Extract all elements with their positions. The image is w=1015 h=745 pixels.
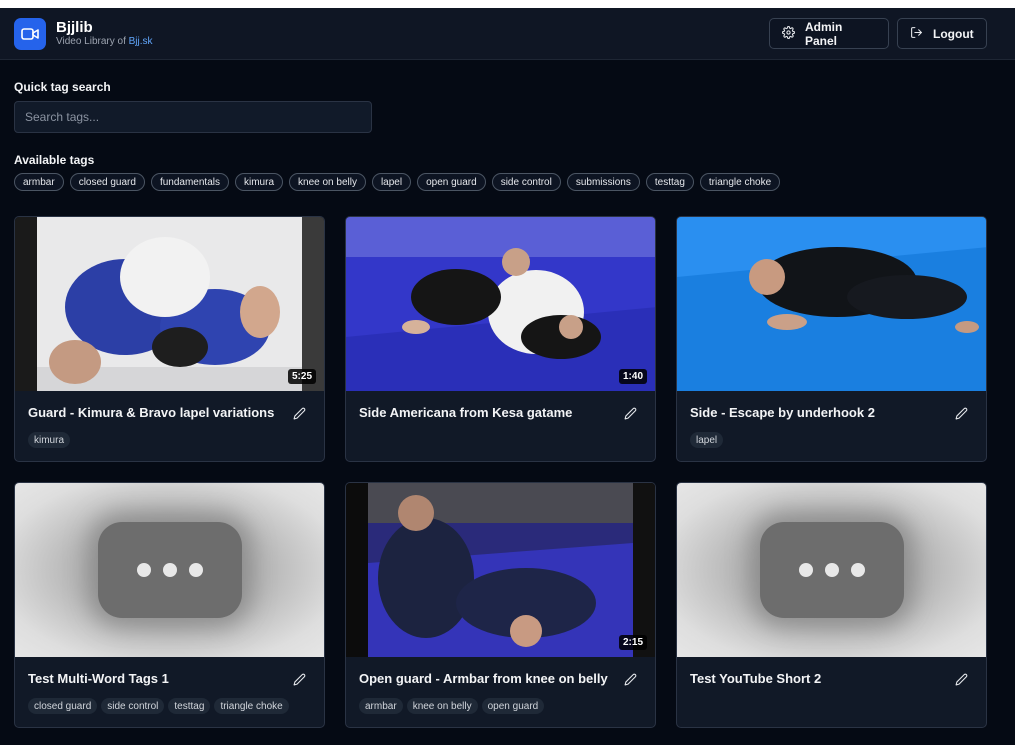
- video-card[interactable]: Side - Escape by underhook 2 lapel: [676, 216, 987, 462]
- video-tag[interactable]: side control: [101, 698, 165, 714]
- video-title: Open guard - Armbar from knee on belly: [359, 671, 608, 686]
- video-card[interactable]: 5:25 Guard - Kimura & Bravo lapel variat…: [14, 216, 325, 462]
- tag-chip[interactable]: submissions: [566, 173, 640, 191]
- video-card[interactable]: Test Multi-Word Tags 1 closed guard side…: [14, 482, 325, 728]
- app-root: Bjjlib Video Library of Bjj.sk Admin Pan…: [0, 8, 1015, 745]
- video-thumbnail[interactable]: [677, 483, 986, 657]
- gear-icon: [782, 25, 795, 42]
- logout-label: Logout: [933, 26, 974, 41]
- video-grid: 5:25 Guard - Kimura & Bravo lapel variat…: [14, 216, 1001, 728]
- tag-chip[interactable]: triangle choke: [699, 173, 781, 191]
- tag-chip[interactable]: armbar: [14, 173, 64, 191]
- pencil-icon[interactable]: [955, 407, 968, 425]
- video-tag[interactable]: closed guard: [28, 698, 98, 714]
- tag-search-input[interactable]: [14, 101, 372, 133]
- pencil-icon[interactable]: [955, 673, 968, 691]
- video-placeholder-icon: [97, 522, 242, 618]
- tag-chip[interactable]: testtag: [645, 173, 694, 191]
- search-label: Quick tag search: [14, 80, 111, 94]
- tag-chip[interactable]: open guard: [417, 173, 486, 191]
- pencil-icon[interactable]: [624, 673, 637, 691]
- available-tags-label: Available tags: [14, 153, 95, 167]
- video-camera-icon: [14, 17, 46, 50]
- tag-chip[interactable]: knee on belly: [289, 173, 366, 191]
- video-title: Side Americana from Kesa gatame: [359, 405, 573, 420]
- pencil-icon[interactable]: [624, 407, 637, 425]
- tag-chip[interactable]: fundamentals: [150, 173, 229, 191]
- top-header: Bjjlib Video Library of Bjj.sk Admin Pan…: [0, 8, 1015, 60]
- video-thumbnail[interactable]: [677, 217, 986, 391]
- video-title: Test Multi-Word Tags 1: [28, 671, 169, 686]
- video-title: Side - Escape by underhook 2: [690, 405, 875, 420]
- tag-chip[interactable]: closed guard: [69, 173, 145, 191]
- video-thumbnail[interactable]: 2:15: [346, 483, 655, 657]
- brand[interactable]: Bjjlib Video Library of Bjj.sk: [14, 17, 153, 50]
- video-tag[interactable]: knee on belly: [406, 698, 478, 714]
- app-subtitle: Video Library of Bjj.sk: [56, 36, 153, 48]
- video-placeholder-icon: [759, 522, 904, 618]
- admin-panel-button[interactable]: Admin Panel: [769, 18, 889, 49]
- video-tag[interactable]: kimura: [28, 432, 71, 448]
- app-title: Bjjlib: [56, 19, 93, 37]
- admin-panel-label: Admin Panel: [805, 19, 843, 48]
- bjj-sk-link[interactable]: Bjj.sk: [129, 36, 153, 47]
- video-duration: 1:40: [618, 369, 647, 384]
- video-card[interactable]: Test YouTube Short 2: [676, 482, 987, 728]
- video-tag[interactable]: triangle choke: [214, 698, 289, 714]
- video-thumbnail[interactable]: [15, 483, 324, 657]
- available-tags-list: armbar closed guard fundamentals kimura …: [14, 173, 1001, 191]
- pencil-icon[interactable]: [293, 407, 306, 425]
- video-card[interactable]: 2:15 Open guard - Armbar from knee on be…: [345, 482, 656, 728]
- subtitle-prefix: Video Library of: [56, 36, 129, 48]
- video-card[interactable]: 1:40 Side Americana from Kesa gatame: [345, 216, 656, 462]
- pencil-icon[interactable]: [293, 673, 306, 691]
- video-duration: 5:25: [287, 369, 316, 384]
- logout-icon: [910, 26, 923, 42]
- tag-chip[interactable]: kimura: [235, 173, 284, 191]
- main-content: Quick tag search Available tags armbar c…: [0, 60, 1015, 728]
- video-title: Guard - Kimura & Bravo lapel variations: [28, 405, 275, 420]
- video-thumbnail[interactable]: 1:40: [346, 217, 655, 391]
- video-tag[interactable]: open guard: [481, 698, 545, 714]
- video-duration: 2:15: [618, 635, 647, 650]
- video-thumbnail[interactable]: 5:25: [15, 217, 324, 391]
- video-title: Test YouTube Short 2: [690, 671, 822, 686]
- video-tag[interactable]: lapel: [690, 432, 724, 448]
- video-tag[interactable]: armbar: [359, 698, 403, 714]
- tag-chip[interactable]: side control: [491, 173, 561, 191]
- video-tag[interactable]: testtag: [168, 698, 211, 714]
- tag-chip[interactable]: lapel: [371, 173, 412, 191]
- logout-button[interactable]: Logout: [897, 18, 987, 49]
